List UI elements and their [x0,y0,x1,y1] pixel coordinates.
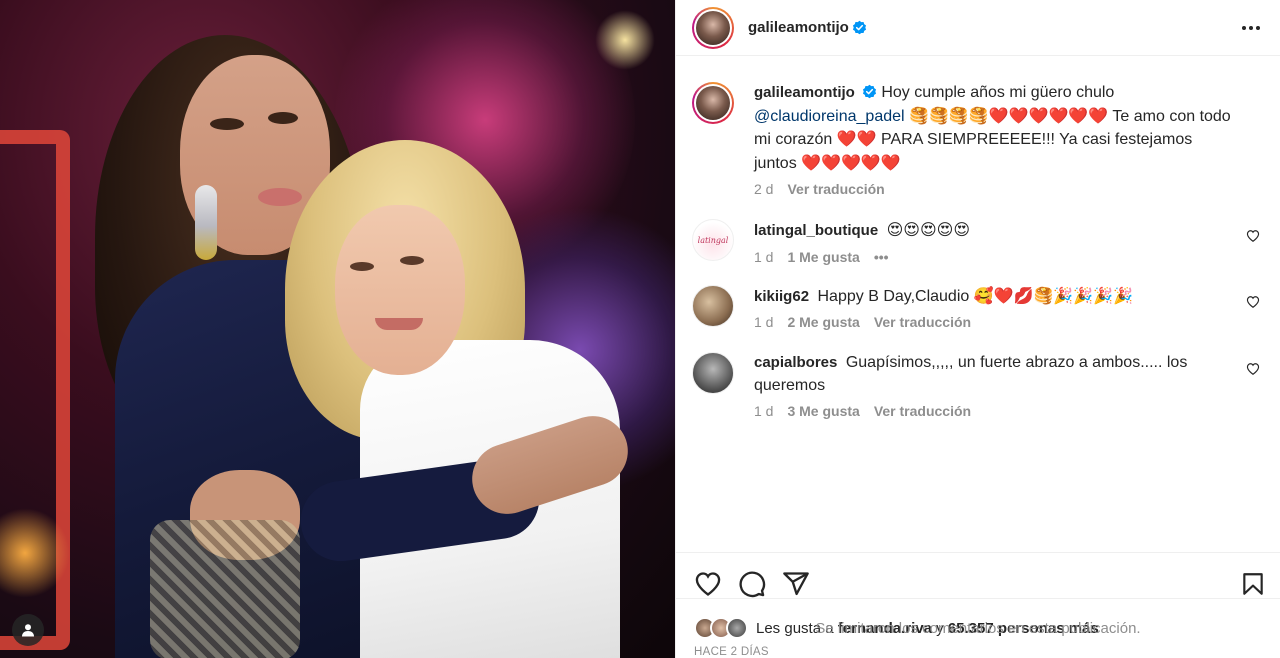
woman-eye [268,112,298,124]
comment-time[interactable]: 1 d [754,314,773,330]
comment-button[interactable] [738,570,766,598]
caption-time[interactable]: 2 d [754,181,773,197]
caption-meta: 2 d Ver traducción [754,181,1236,197]
caption-emojis: ❤️❤️❤️❤️❤️ [801,152,901,172]
comment-text: latingal_boutique 😍😍😍😍😍 [754,219,1236,243]
comment-meta: 1 d 1 Me gusta ••• [754,249,1236,265]
comment: latingal latingal_boutique 😍😍😍😍😍 1 d 1 M… [692,219,1264,265]
comment-likes[interactable]: 2 Me gusta [787,314,859,330]
comment-emojis: 😍😍😍😍😍 [886,220,971,239]
comment-time[interactable]: 1 d [754,249,773,265]
caption-mention[interactable]: @claudioreina_padel [754,108,905,125]
comment: kikiig62 Happy B Day,Claudio 🥰❤️💋🥞🎉🎉🎉🎉 1… [692,284,1264,330]
comment-bubble-icon [739,570,766,597]
post-photo[interactable] [0,0,675,658]
comment-emojis: 🥰❤️💋🥞🎉🎉🎉🎉 [973,285,1134,305]
boy-face [335,205,465,375]
verified-badge-icon [852,20,866,35]
comment-meta: 1 d 3 Me gusta Ver traducción [754,403,1236,419]
comment-body: Happy B Day,Claudio [817,287,970,305]
comment-options-button[interactable]: ••• [874,249,889,265]
comment-text: capialbores Guapísimos,,,,, un fuerte ab… [754,352,1236,397]
commenter-username[interactable]: capialbores [754,354,837,371]
comments-list: galileamontijo Hoy cumple años mi güero … [676,56,1280,552]
comment-like-icon[interactable] [1246,362,1260,376]
user-tag-icon [22,624,34,637]
woman-eye [210,118,244,130]
stage-light [595,10,655,70]
like-button[interactable] [694,570,722,598]
author-username[interactable]: galileamontijo [748,19,849,36]
caption-emojis: ❤️❤️ [836,129,877,148]
post-sidebar: galileamontijo galileamontijo Hoy cumple… [675,0,1280,658]
share-button[interactable] [782,570,810,598]
comment-likes[interactable]: 1 Me gusta [787,249,859,265]
comment-text: kikiig62 Happy B Day,Claudio 🥰❤️💋🥞🎉🎉🎉🎉 [754,285,1236,309]
heart-icon [695,571,721,596]
author-avatar[interactable] [692,6,734,49]
caption-avatar[interactable] [692,82,734,124]
boy-mouth [375,318,423,330]
translate-link[interactable]: Ver traducción [874,403,971,419]
post-caption: galileamontijo Hoy cumple años mi güero … [692,82,1264,197]
more-options-button[interactable] [1236,20,1266,36]
commenter-username[interactable]: latingal_boutique [754,222,878,239]
woman-lips [258,188,302,206]
commenter-avatar[interactable] [692,352,734,394]
boy-eye [350,262,374,271]
earring [195,185,217,260]
commenter-username[interactable]: kikiig62 [754,288,809,305]
comment-time[interactable]: 1 d [754,403,773,419]
comment-meta: 1 d 2 Me gusta Ver traducción [754,314,1236,330]
more-options-icon [1242,25,1246,30]
translate-link[interactable]: Ver traducción [874,314,971,330]
user-tag-button[interactable] [12,614,44,646]
commenter-avatar[interactable] [692,284,734,327]
comment-like-icon[interactable] [1246,229,1260,243]
avatar-logo-text: latingal [697,235,729,245]
comment-likes[interactable]: 3 Me gusta [787,403,859,419]
post-header: galileamontijo [676,0,1280,56]
bookmark-icon [1243,572,1263,595]
dress-sequins [150,520,300,658]
boy-eye [400,256,424,265]
caption-text: galileamontijo Hoy cumple años mi güero … [754,82,1236,175]
comments-limited-notice: Se limitaron los comentarios en esta pub… [676,598,1280,658]
commenter-avatar[interactable]: latingal [692,219,734,261]
caption-body: Hoy cumple años mi güero chulo [881,84,1115,101]
paper-plane-icon [783,571,809,595]
comment: capialbores Guapísimos,,,,, un fuerte ab… [692,352,1264,419]
save-button[interactable] [1240,570,1266,598]
translate-link[interactable]: Ver traducción [787,181,884,197]
verified-badge-icon [862,84,876,99]
caption-username[interactable]: galileamontijo [754,84,855,101]
instagram-post: galileamontijo galileamontijo Hoy cumple… [0,0,1280,658]
caption-emojis: 🥞🥞🥞🥞❤️❤️❤️❤️❤️❤️ [909,105,1109,125]
comment-like-icon[interactable] [1246,295,1260,309]
